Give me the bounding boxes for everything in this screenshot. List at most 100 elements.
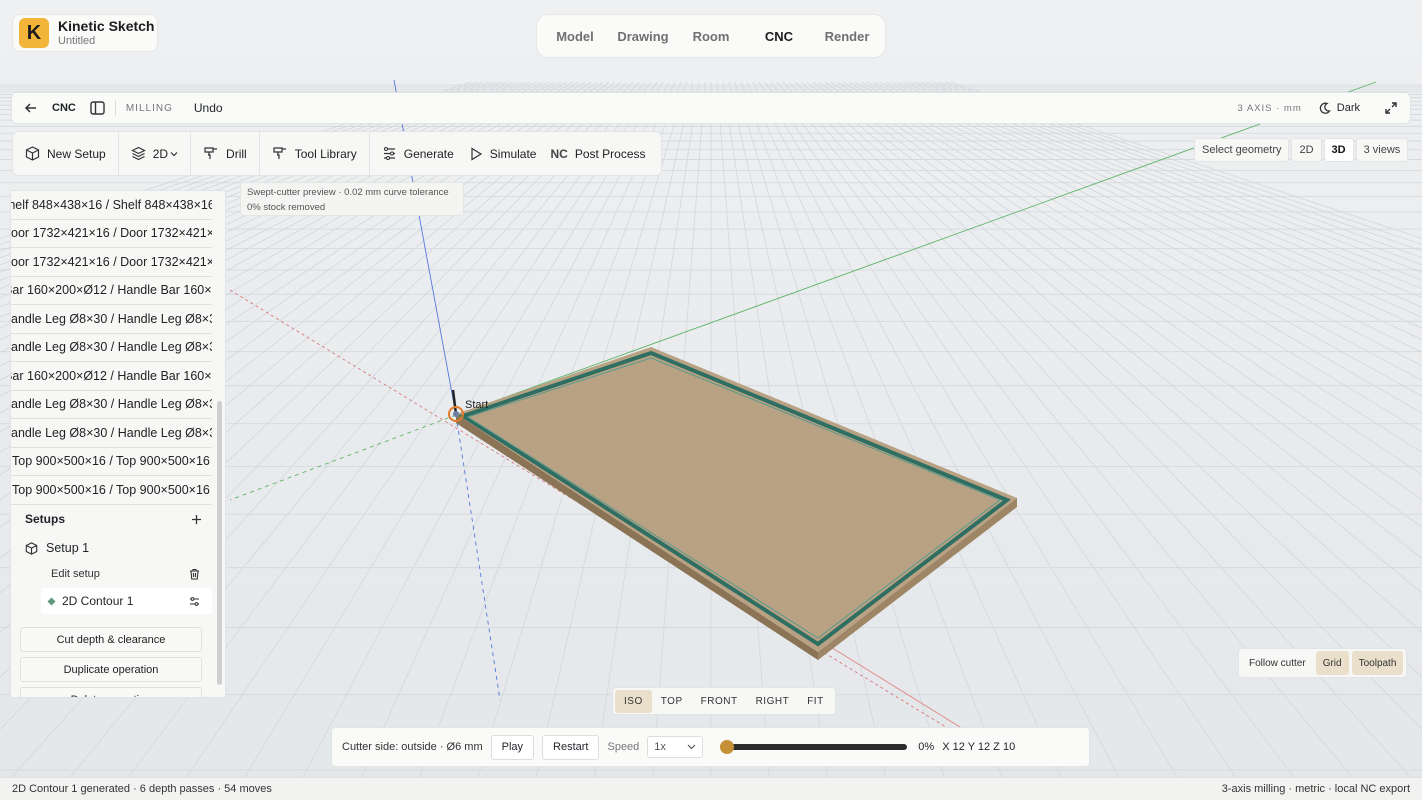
list-item[interactable]: Handle Bar 160×200×Ø12 / Handle Bar 160×… xyxy=(11,277,212,305)
view-3d-button[interactable]: 3D xyxy=(1323,138,1354,162)
playback-bar: Cutter side: outside · Ø6 mm Play Restar… xyxy=(331,727,1090,767)
new-setup-button[interactable]: New Setup xyxy=(13,132,118,175)
speed-select[interactable]: 1x xyxy=(647,736,704,758)
follow-cutter-toggle[interactable]: Follow cutter xyxy=(1242,651,1313,675)
sliders-icon[interactable] xyxy=(189,596,200,607)
post-process-label: Post Process xyxy=(574,146,646,161)
list-item[interactable]: Top 900×500×16 / Top 900×500×16 xyxy=(11,476,212,505)
status-left: 2D Contour 1 generated · 6 depth passes … xyxy=(12,783,272,795)
dimension-dropdown[interactable]: 2D xyxy=(119,132,190,175)
view-iso[interactable]: ISO xyxy=(615,689,652,713)
moon-icon xyxy=(1318,102,1331,115)
back-arrow-icon[interactable] xyxy=(24,101,38,115)
start-label: Start xyxy=(465,399,488,411)
new-setup-label: New Setup xyxy=(47,146,106,161)
drill-button[interactable]: Drill xyxy=(191,132,259,175)
speed-value: 1x xyxy=(654,741,666,753)
setup-item[interactable]: Setup 1 xyxy=(11,534,212,562)
slider-track xyxy=(721,744,908,750)
select-geometry-button[interactable]: Select geometry xyxy=(1194,138,1290,162)
preview-info: Swept-cutter preview · 0.02 mm curve tol… xyxy=(240,182,464,216)
list-item[interactable]: Top 900×500×16 / Top 900×500×16 xyxy=(11,448,212,476)
tab-cnc[interactable]: CNC xyxy=(745,29,813,44)
tool-library-button[interactable]: Tool Library xyxy=(260,132,369,175)
tool-library-label: Tool Library xyxy=(294,146,357,161)
fullscreen-icon[interactable] xyxy=(1384,101,1398,115)
simulate-button[interactable]: Simulate xyxy=(466,132,549,175)
edit-setup-row[interactable]: Edit setup xyxy=(11,562,212,586)
view-top[interactable]: TOP xyxy=(652,690,692,713)
sidebar-toggle-icon[interactable] xyxy=(90,101,105,115)
generate-label: Generate xyxy=(403,146,454,161)
list-item[interactable]: Door 1732×421×16 / Door 1732×421×16 xyxy=(11,220,212,248)
drill-label: Drill xyxy=(226,146,247,161)
cut-depth-button[interactable]: Cut depth & clearance xyxy=(20,627,202,652)
cube-icon xyxy=(25,541,38,555)
document-name: Untitled xyxy=(58,34,96,47)
axis-info: 3 AXIS · mm xyxy=(1237,102,1302,114)
post-process-button[interactable]: NC Post Process xyxy=(548,132,657,175)
tab-room[interactable]: Room xyxy=(677,29,745,44)
list-item[interactable]: Handle Leg Ø8×30 / Handle Leg Ø8×30 xyxy=(11,419,212,448)
chevron-down-icon xyxy=(170,150,178,158)
tab-model[interactable]: Model xyxy=(541,29,609,44)
status-bar: 2D Contour 1 generated · 6 depth passes … xyxy=(0,777,1422,800)
toolpath-toggle[interactable]: Toolpath xyxy=(1351,651,1404,675)
chevron-down-icon xyxy=(687,744,696,750)
cutter-coords: X 12 Y 12 Z 10 xyxy=(942,741,1016,753)
tab-render[interactable]: Render xyxy=(813,29,881,44)
list-item[interactable]: Handle Bar 160×200×Ø12 / Handle Bar 160×… xyxy=(11,362,212,391)
grid-toggle[interactable]: Grid xyxy=(1315,651,1349,675)
generate-button[interactable]: Generate xyxy=(370,132,466,175)
play-icon xyxy=(470,146,483,161)
operation-name: 2D Contour 1 xyxy=(62,594,134,608)
setups-section: Setups Setup 1 Edit setup 2D Contour 1 C… xyxy=(11,506,212,697)
list-item[interactable]: Door 1732×421×16 / Door 1732×421×16 xyxy=(11,248,212,277)
diamond-icon xyxy=(47,597,56,606)
view-right[interactable]: RIGHT xyxy=(747,690,799,713)
scrollbar[interactable] xyxy=(217,401,222,685)
duplicate-operation-button[interactable]: Duplicate operation xyxy=(20,657,202,682)
view-2d-button[interactable]: 2D xyxy=(1291,138,1322,162)
list-item[interactable]: Handle Leg Ø8×30 / Handle Leg Ø8×30 xyxy=(11,334,212,362)
speed-label: Speed xyxy=(607,741,640,753)
progress-percent: 0% xyxy=(918,741,935,753)
cube-icon xyxy=(25,146,40,161)
cnc-toolbar: New Setup 2D Drill Tool Library Generate… xyxy=(12,131,662,176)
delete-operation-button[interactable]: Delete operation xyxy=(20,687,202,697)
tool-library-icon xyxy=(272,146,288,161)
restart-button[interactable]: Restart xyxy=(542,734,600,760)
undo-button[interactable]: Undo xyxy=(194,101,223,115)
drill-icon xyxy=(203,146,219,161)
view-mode-selector: Select geometry 2D 3D 3 views xyxy=(1194,138,1409,162)
display-toggles: Follow cutter Grid Toolpath xyxy=(1238,648,1408,678)
cnc-header-bar: CNC MILLING Undo 3 AXIS · mm Dark xyxy=(11,92,1411,124)
list-item[interactable]: Handle Leg Ø8×30 / Handle Leg Ø8×30 xyxy=(11,305,212,334)
dimension-label: 2D xyxy=(152,146,169,161)
list-item[interactable]: Handle Leg Ø8×30 / Handle Leg Ø8×30 xyxy=(11,391,212,419)
tab-drawing[interactable]: Drawing xyxy=(609,29,677,44)
operation-item[interactable]: 2D Contour 1 xyxy=(41,588,212,614)
trash-icon[interactable] xyxy=(189,568,200,580)
list-item[interactable]: Shelf 848×438×16 / Shelf 848×438×16 xyxy=(11,191,212,220)
workspace-tabs: Model Drawing Room CNC Render xyxy=(536,14,886,58)
simulate-label: Simulate xyxy=(489,146,537,161)
stock-removed: 0% stock removed xyxy=(247,201,326,213)
three-views-button[interactable]: 3 views xyxy=(1355,138,1409,162)
setups-title: Setups xyxy=(25,512,66,526)
app-logo: K xyxy=(19,18,49,48)
view-fit[interactable]: FIT xyxy=(798,690,833,713)
add-setup-icon[interactable] xyxy=(191,514,202,525)
mode-label: MILLING xyxy=(125,102,173,114)
setup-name: Setup 1 xyxy=(46,541,90,555)
play-button[interactable]: Play xyxy=(490,734,535,760)
theme-toggle[interactable]: Dark xyxy=(1318,102,1360,115)
progress-slider[interactable] xyxy=(720,740,908,754)
header-title: CNC xyxy=(52,102,76,114)
view-tabs: ISO TOP FRONT RIGHT FIT xyxy=(612,687,836,715)
app-name: Kinetic Sketch xyxy=(58,18,155,34)
view-front[interactable]: FRONT xyxy=(692,690,747,713)
operations-panel: Shelf 848×438×16 / Shelf 848×438×16 Door… xyxy=(10,190,226,698)
slider-thumb[interactable] xyxy=(720,740,735,754)
brand-card[interactable]: K Kinetic Sketch Untitled xyxy=(12,14,158,52)
